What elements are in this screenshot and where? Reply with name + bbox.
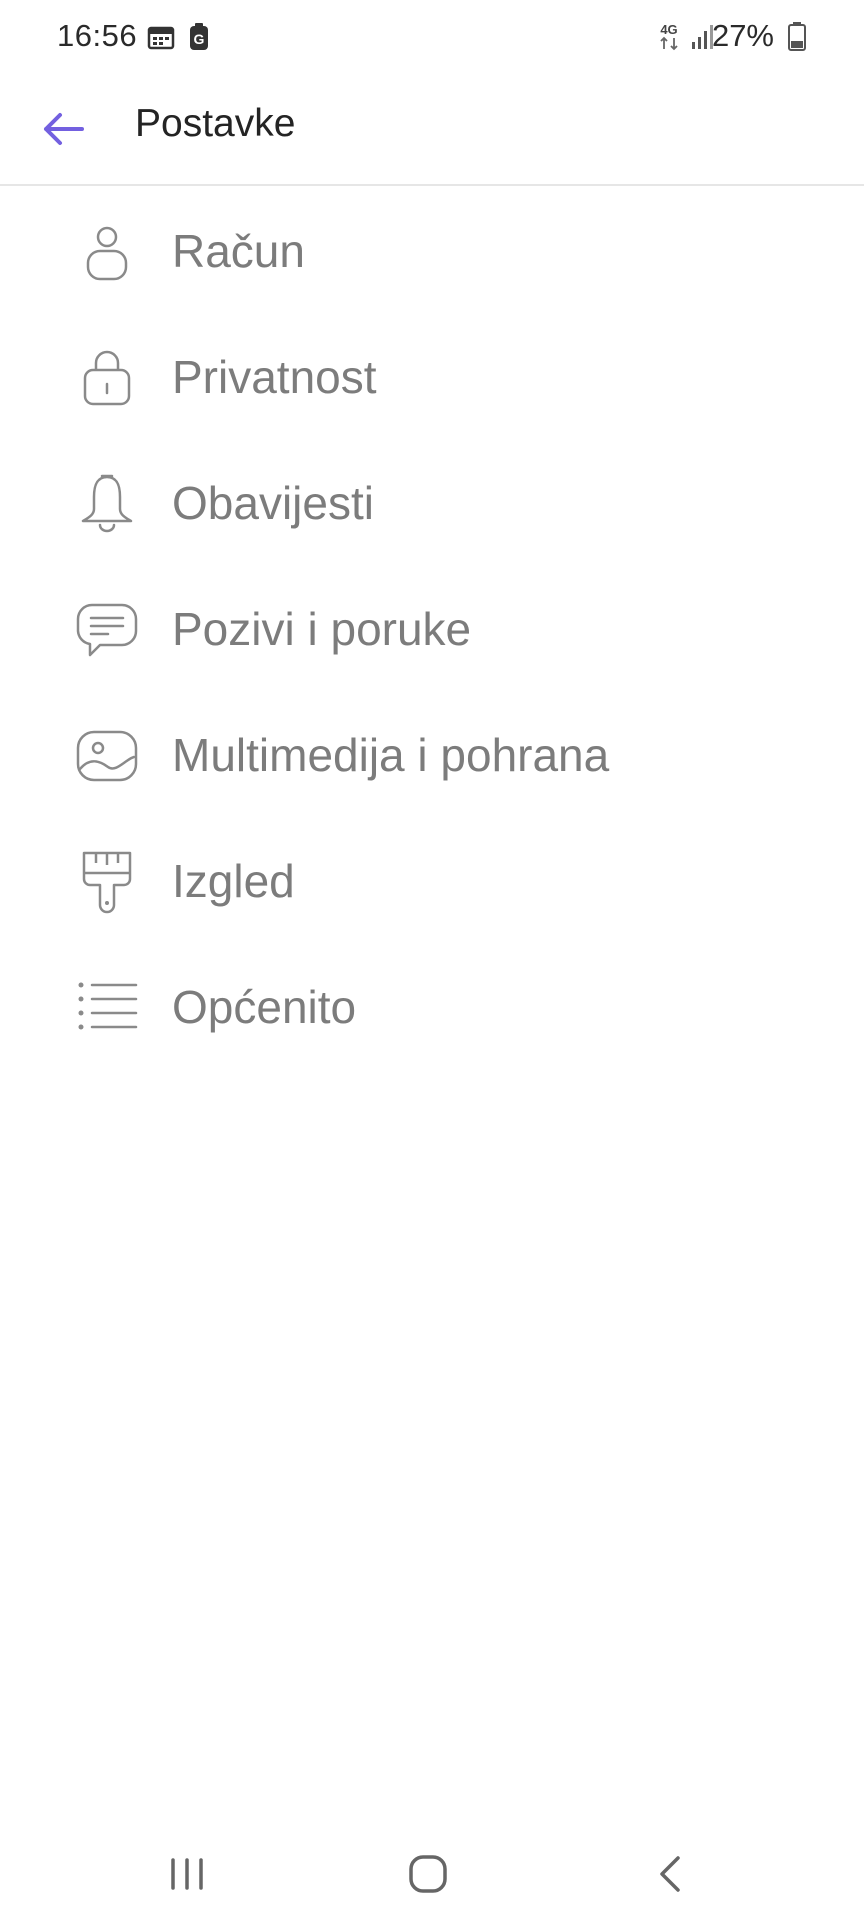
brush-icon [82, 851, 132, 914]
calendar-icon [147, 26, 175, 50]
svg-text:4G: 4G [660, 22, 677, 37]
svg-text:G: G [194, 31, 205, 47]
home-button[interactable] [388, 1834, 468, 1914]
lock-icon [83, 350, 131, 406]
arrow-left-icon [44, 113, 84, 145]
settings-item-notifications[interactable]: Obavijesti [0, 440, 864, 566]
settings-item-label: Multimedija i pohrana [172, 729, 610, 781]
bell-icon [81, 474, 133, 533]
back-icon [660, 1856, 680, 1892]
recents-button[interactable] [147, 1834, 227, 1914]
home-icon [409, 1855, 447, 1893]
g-app-icon: G [190, 23, 208, 50]
account-icon [86, 226, 128, 281]
list-icon [78, 982, 138, 1030]
settings-item-label: Općenito [172, 981, 357, 1033]
settings-item-privacy[interactable]: Privatnost [0, 314, 864, 440]
settings-item-media-storage[interactable]: Multimedija i pohrana [0, 692, 864, 818]
back-button[interactable] [30, 96, 96, 162]
settings-item-label: Obavijesti [172, 477, 374, 529]
status-bar: 16:56 G 4G 27% [0, 0, 864, 74]
battery-percentage: 27% [711, 18, 774, 53]
system-nav-bar [0, 1810, 864, 1920]
settings-item-label: Pozivi i poruke [172, 603, 472, 655]
settings-list: Račun Privatnost Obavijesti Pozivi i por… [0, 188, 864, 1070]
network-4g-icon: 4G [660, 22, 678, 51]
nav-back-button[interactable] [630, 1834, 710, 1914]
app-bar: Postavke [0, 74, 864, 186]
recents-icon [171, 1858, 203, 1890]
settings-item-calls-messages[interactable]: Pozivi i poruke [0, 566, 864, 692]
settings-item-label: Račun [172, 225, 305, 277]
settings-item-label: Izgled [172, 855, 295, 907]
chat-icon [76, 603, 138, 657]
settings-item-account[interactable]: Račun [0, 188, 864, 314]
status-time: 16:56 [57, 18, 138, 53]
page-title: Postavke [135, 102, 296, 145]
settings-item-appearance[interactable]: Izgled [0, 818, 864, 944]
settings-item-label: Privatnost [172, 351, 377, 403]
settings-item-general[interactable]: Općenito [0, 944, 864, 1070]
battery-icon [788, 22, 806, 51]
image-icon [76, 730, 138, 782]
